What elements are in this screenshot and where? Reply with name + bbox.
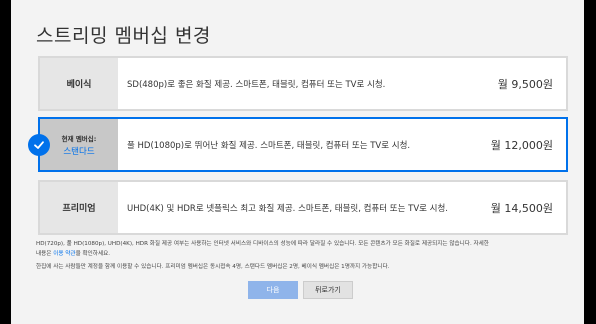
plan-name: 현재 멤버십: 스탠다드 (40, 119, 118, 170)
current-plan-label: 현재 멤버십: (61, 134, 97, 143)
household-note: 한집에 사는 사람들만 계정을 함께 이용할 수 있습니다. 프리미엄 멤버십은… (36, 264, 390, 270)
plan-price: 월 12,000원 (490, 138, 553, 152)
quality-disclaimer: HD(720p), 풀 HD(1080p), UHD(4K), HDR 화질 제… (36, 240, 566, 259)
plan-name: 베이식 (40, 58, 118, 109)
disclaimer-text: 내용은 (36, 250, 54, 257)
disclaimer-line: 내용은 이용 약관을 확인하세요. (36, 250, 566, 260)
page-title: 스트리밍 멤버십 변경 (36, 25, 211, 47)
checkmark-icon (28, 134, 50, 156)
plan-option-premium[interactable]: 프리미엄 UHD(4K) 및 HDR로 넷플릭스 최고 화질 제공. 스마트폰,… (38, 180, 568, 235)
plan-price: 월 9,500원 (497, 77, 553, 91)
plan-name-label: 프리미엄 (62, 204, 96, 214)
plan-description: 풀 HD(1080p)로 뛰어난 화질 제공. 스마트폰, 태블릿, 컴퓨터 또… (127, 140, 411, 151)
disclaimer-text: 을 확인하세요. (75, 250, 111, 257)
plan-option-standard[interactable]: 현재 멤버십: 스탠다드 풀 HD(1080p)로 뛰어난 화질 제공. 스마트… (28, 117, 568, 172)
plan-description: SD(480p)로 좋은 화질 제공. 스마트폰, 태블릿, 컴퓨터 또는 TV… (127, 79, 386, 90)
next-button[interactable]: 다음 (248, 281, 298, 299)
plan-name: 프리미엄 (40, 182, 118, 233)
plan-option-basic[interactable]: 베이식 SD(480p)로 좋은 화질 제공. 스마트폰, 태블릿, 컴퓨터 또… (38, 56, 568, 111)
disclaimer-line: HD(720p), 풀 HD(1080p), UHD(4K), HDR 화질 제… (36, 241, 489, 247)
change-plan-dialog: 스트리밍 멤버십 변경 베이식 SD(480p)로 좋은 화질 제공. 스마트폰… (11, 0, 584, 324)
terms-link[interactable]: 이용 약관 (53, 251, 75, 257)
plan-description: UHD(4K) 및 HDR로 넷플릭스 최고 화질 제공. 스마트폰, 태블릿,… (127, 203, 448, 214)
plan-name-label: 스탠다드 (63, 146, 95, 157)
plan-price: 월 14,500원 (490, 201, 553, 215)
plan-name-label: 베이식 (66, 80, 92, 90)
back-button[interactable]: 뒤로가기 (303, 281, 353, 299)
